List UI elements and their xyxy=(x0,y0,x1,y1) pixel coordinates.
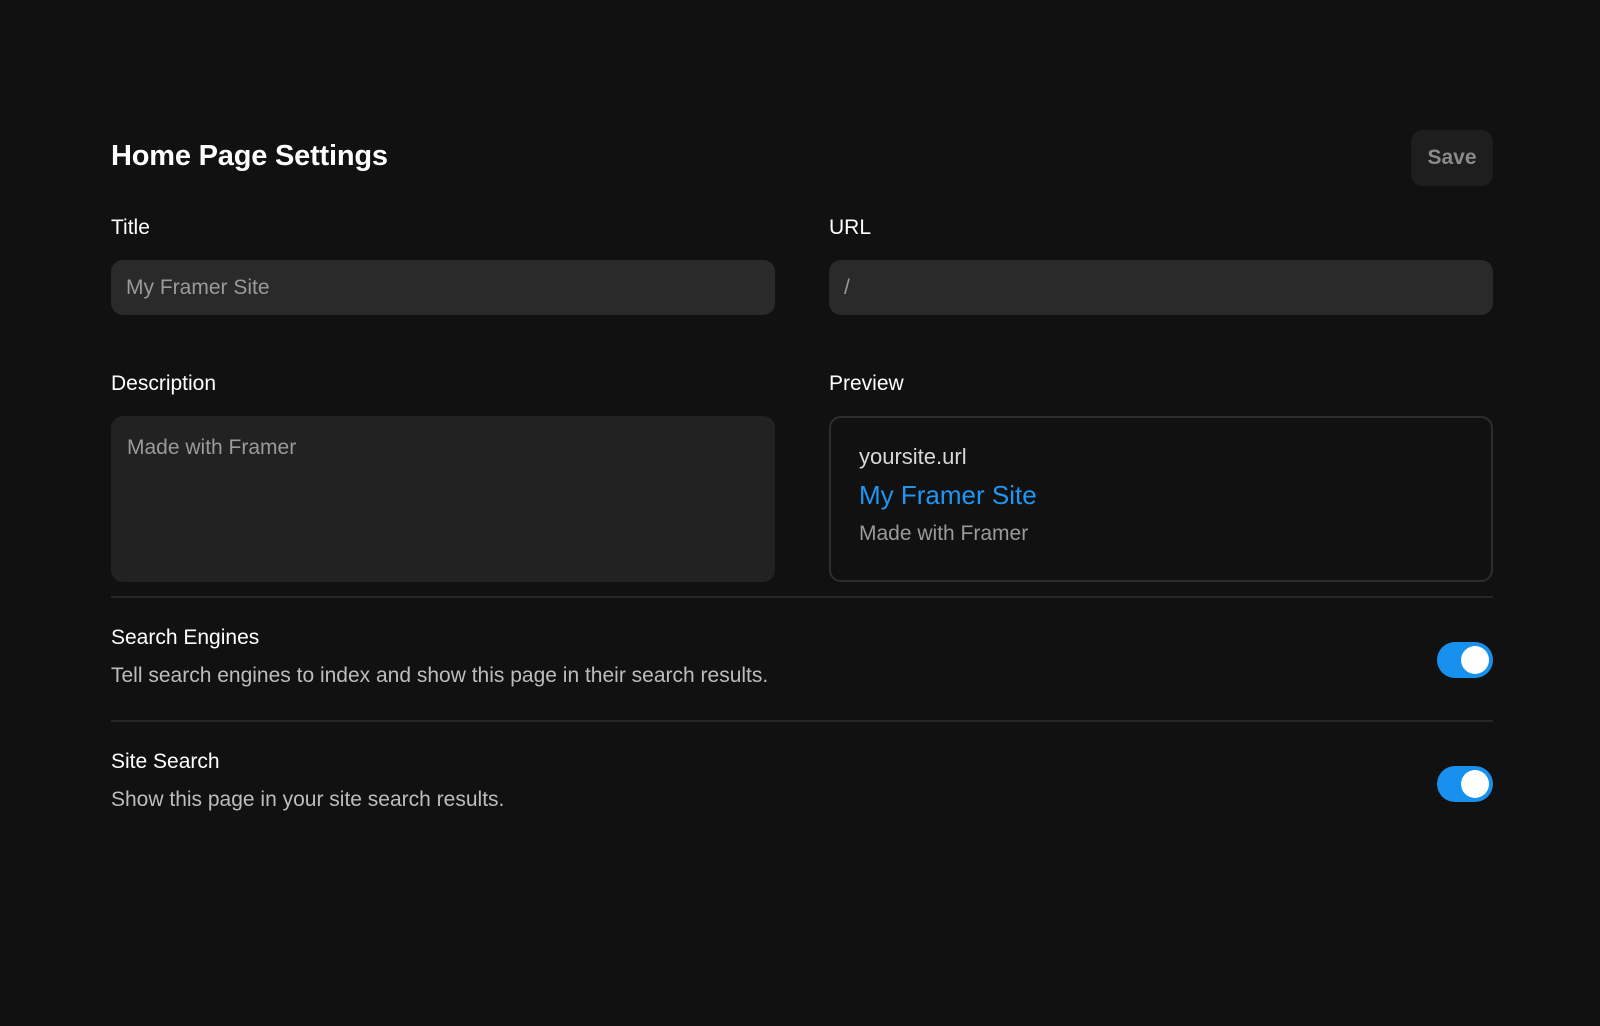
toggle-knob xyxy=(1461,646,1489,674)
preview-label: Preview xyxy=(829,372,904,395)
settings-panel: Home Page Settings Save Title URL Descri… xyxy=(111,130,1493,844)
site-search-title: Site Search xyxy=(111,750,220,773)
preview-description: Made with Framer xyxy=(859,522,1029,545)
save-button[interactable]: Save xyxy=(1411,130,1493,186)
preview-title: My Framer Site xyxy=(859,480,1037,510)
description-label: Description xyxy=(111,372,217,395)
search-engines-toggle[interactable] xyxy=(1437,642,1493,678)
search-engines-title: Search Engines xyxy=(111,626,260,649)
description-textarea[interactable] xyxy=(111,416,775,582)
url-input[interactable] xyxy=(829,260,1493,315)
preview-url: yoursite.url xyxy=(859,444,967,469)
page-title: Home Page Settings xyxy=(111,140,388,172)
title-label: Title xyxy=(111,216,150,239)
search-engines-row: Search Engines Tell search engines to in… xyxy=(111,598,1493,720)
site-search-row: Site Search Show this page in your site … xyxy=(111,722,1493,844)
title-field: Title xyxy=(111,216,775,315)
site-search-description: Show this page in your site search resul… xyxy=(111,788,505,811)
site-search-toggle[interactable] xyxy=(1437,766,1493,802)
preview-field: Preview yoursite.url My Framer Site Made… xyxy=(829,372,1493,582)
header: Home Page Settings Save xyxy=(111,130,1493,186)
description-field: Description xyxy=(111,372,775,587)
url-field: URL xyxy=(829,216,1493,315)
url-label: URL xyxy=(829,216,872,239)
toggle-knob xyxy=(1461,770,1489,798)
search-engines-description: Tell search engines to index and show th… xyxy=(111,664,769,687)
search-preview-card: yoursite.url My Framer Site Made with Fr… xyxy=(829,416,1493,582)
settings-form: Title URL Description Preview yoursite.u… xyxy=(111,216,1493,596)
title-input[interactable] xyxy=(111,260,775,315)
